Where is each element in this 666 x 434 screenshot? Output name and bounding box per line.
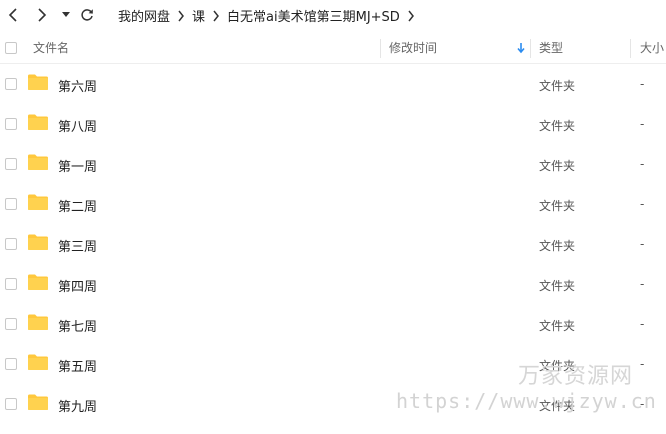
file-name[interactable]: 第七周: [58, 316, 97, 335]
folder-icon: [28, 114, 48, 130]
refresh-button[interactable]: [77, 5, 97, 25]
folder-icon: [28, 154, 48, 170]
file-size: -: [640, 117, 645, 131]
file-size: -: [640, 157, 645, 171]
file-type: 文件夹: [539, 279, 576, 293]
row-checkbox[interactable]: [5, 158, 17, 170]
folder-icon: [28, 394, 48, 410]
breadcrumb-item-course[interactable]: 课: [192, 6, 205, 25]
table-row[interactable]: 第八周 文件夹 -: [0, 104, 666, 144]
file-size: -: [640, 317, 645, 331]
chevron-right-icon: [408, 10, 414, 21]
folder-icon: [28, 194, 48, 210]
folder-icon: [28, 274, 48, 290]
file-list-header: 文件名 修改时间 类型 大小: [0, 34, 666, 64]
file-name[interactable]: 第八周: [58, 116, 97, 135]
file-type: 文件夹: [539, 359, 576, 373]
row-checkbox[interactable]: [5, 398, 17, 410]
back-button[interactable]: [3, 5, 23, 25]
history-dropdown-button[interactable]: [56, 5, 76, 25]
chevron-left-icon: [8, 8, 17, 22]
chevron-right-icon: [170, 8, 192, 24]
row-checkbox[interactable]: [5, 318, 17, 330]
file-size: -: [640, 397, 645, 411]
file-size: -: [640, 357, 645, 371]
row-checkbox[interactable]: [5, 118, 17, 130]
file-size: -: [640, 77, 645, 91]
breadcrumb-item-root[interactable]: 我的网盘: [118, 6, 170, 25]
select-all-checkbox[interactable]: [5, 42, 17, 54]
table-row[interactable]: 第四周 文件夹 -: [0, 264, 666, 304]
file-type: 文件夹: [539, 119, 576, 133]
file-name[interactable]: 第三周: [58, 236, 97, 255]
row-checkbox[interactable]: [5, 238, 17, 250]
file-type: 文件夹: [539, 319, 576, 333]
file-type: 文件夹: [539, 239, 576, 253]
row-checkbox[interactable]: [5, 278, 17, 290]
file-type: 文件夹: [539, 199, 576, 213]
column-header-name[interactable]: 文件名: [33, 34, 69, 63]
file-name[interactable]: 第六周: [58, 76, 97, 95]
row-checkbox[interactable]: [5, 358, 17, 370]
table-row[interactable]: 第五周 文件夹 -: [0, 344, 666, 384]
breadcrumb-item-current[interactable]: 白无常ai美术馆第三期MJ+SD: [227, 6, 400, 25]
table-row[interactable]: 第七周 文件夹 -: [0, 304, 666, 344]
row-checkbox[interactable]: [5, 198, 17, 210]
column-header-type[interactable]: 类型: [539, 34, 563, 63]
file-name[interactable]: 第一周: [58, 156, 97, 175]
file-size: -: [640, 197, 645, 211]
refresh-icon: [81, 9, 93, 21]
file-type: 文件夹: [539, 79, 576, 93]
table-row[interactable]: 第三周 文件夹 -: [0, 224, 666, 264]
file-name[interactable]: 第五周: [58, 356, 97, 375]
file-type: 文件夹: [539, 399, 576, 413]
table-row[interactable]: 第一周 文件夹 -: [0, 144, 666, 184]
folder-icon: [28, 74, 48, 90]
breadcrumb-expand-button[interactable]: [400, 8, 422, 24]
file-size: -: [640, 277, 645, 291]
forward-button[interactable]: [32, 5, 52, 25]
file-name[interactable]: 第二周: [58, 196, 97, 215]
folder-icon: [28, 354, 48, 370]
breadcrumb: 我的网盘 课 白无常ai美术馆第三期MJ+SD: [118, 6, 422, 25]
file-type: 文件夹: [539, 159, 576, 173]
table-row[interactable]: 第六周 文件夹 -: [0, 64, 666, 104]
column-divider[interactable]: [380, 39, 381, 58]
column-header-modified[interactable]: 修改时间: [389, 34, 437, 63]
chevron-right-icon: [205, 8, 227, 24]
table-row[interactable]: 第九周 文件夹 -: [0, 384, 666, 424]
chevron-right-icon: [38, 8, 47, 22]
folder-icon: [28, 314, 48, 330]
navigation-bar: 我的网盘 课 白无常ai美术馆第三期MJ+SD: [0, 0, 666, 30]
caret-down-icon: [62, 12, 70, 17]
sort-button[interactable]: [516, 42, 526, 57]
folder-icon: [28, 234, 48, 250]
arrow-down-icon: [517, 43, 525, 54]
file-name[interactable]: 第九周: [58, 396, 97, 415]
file-size: -: [640, 237, 645, 251]
column-divider[interactable]: [630, 39, 631, 58]
table-row[interactable]: 第二周 文件夹 -: [0, 184, 666, 224]
column-header-size[interactable]: 大小: [640, 34, 664, 63]
row-checkbox[interactable]: [5, 78, 17, 90]
column-divider[interactable]: [530, 39, 531, 58]
file-name[interactable]: 第四周: [58, 276, 97, 295]
